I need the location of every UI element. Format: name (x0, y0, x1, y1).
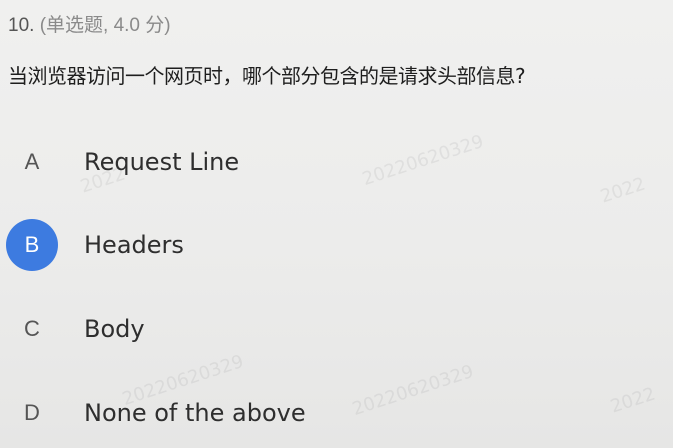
option-b[interactable]: B Headers (0, 215, 673, 275)
option-b-text[interactable]: Headers (84, 231, 184, 259)
option-a-text[interactable]: Request Line (84, 148, 239, 176)
question-number: 10. (8, 15, 35, 36)
question-meta: (单选题, 4.0 分) (39, 15, 171, 36)
question-stem: 当浏览器访问一个网页时，哪个部分包含的是请求头部信息? (8, 64, 526, 88)
option-d-letter[interactable]: D (6, 387, 58, 439)
option-d[interactable]: D None of the above (0, 383, 673, 443)
option-b-letter[interactable]: B (6, 219, 58, 271)
option-c-letter[interactable]: C (6, 303, 58, 355)
question-header: 10. (单选题, 4.0 分) (8, 10, 171, 37)
option-a-letter[interactable]: A (6, 136, 58, 188)
option-c-text[interactable]: Body (84, 315, 145, 343)
option-c[interactable]: C Body (0, 299, 673, 359)
option-d-text[interactable]: None of the above (84, 399, 306, 427)
option-a[interactable]: A Request Line (0, 132, 673, 192)
